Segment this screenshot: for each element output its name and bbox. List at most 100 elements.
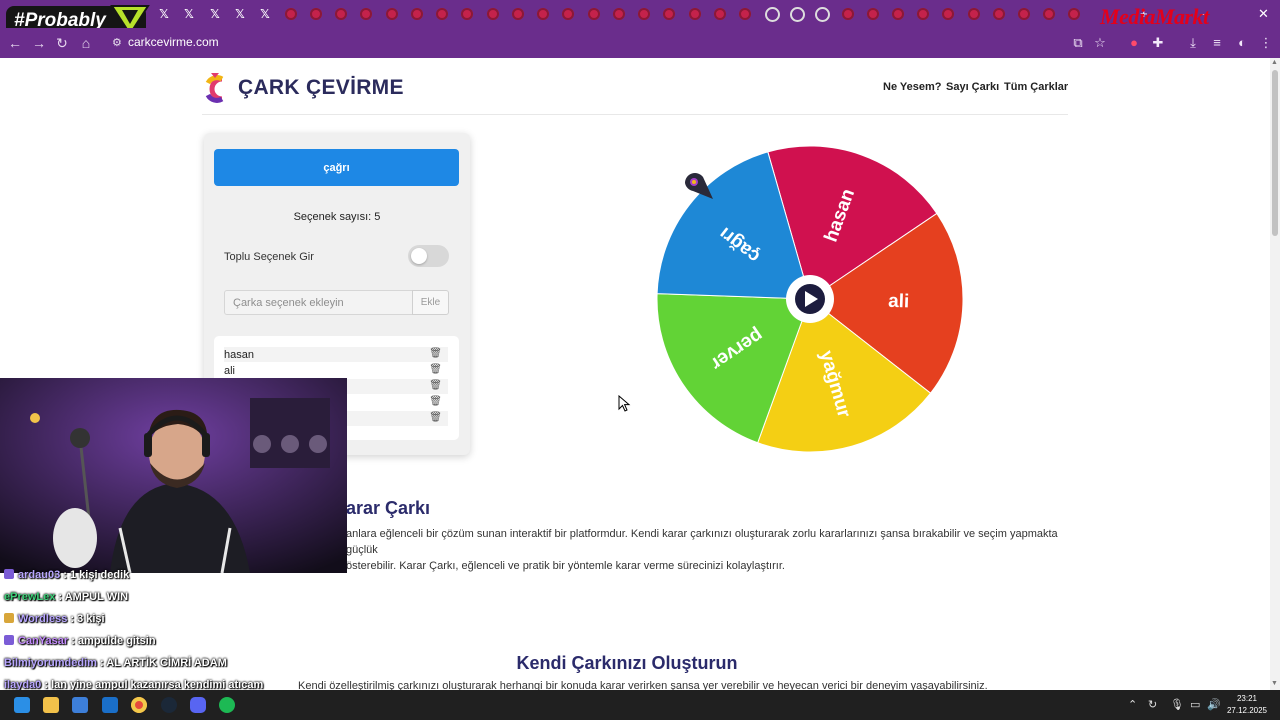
chat-username: Wordless <box>18 613 68 625</box>
tab-red-icon[interactable] <box>636 6 652 22</box>
x-icon[interactable]: 𝕏 <box>232 6 248 22</box>
x-icon[interactable]: 𝕏 <box>156 6 172 22</box>
back-icon[interactable]: ← <box>6 35 24 51</box>
paragraph-line: österebilir. Karar Çarkı, eğlenceli ve p… <box>346 560 785 572</box>
chat-message: ardau03 : 1 kişi dedik <box>4 569 129 581</box>
nav-ne-yesem[interactable]: Ne Yesem? <box>883 81 942 93</box>
mic-icon[interactable]: 🎙 <box>1170 698 1184 711</box>
x-icon[interactable]: 𝕏 <box>181 6 197 22</box>
add-option-button[interactable]: Ekle <box>412 290 449 315</box>
tab-red-icon[interactable] <box>940 6 956 22</box>
site-logo-icon[interactable] <box>202 73 228 105</box>
chrome-icon[interactable] <box>131 697 147 713</box>
trash-icon[interactable]: 🗑 <box>429 364 442 375</box>
tab-red-icon[interactable] <box>611 6 627 22</box>
tab-red-icon[interactable] <box>459 6 475 22</box>
extensions-puzzle-icon[interactable]: ✚ <box>1149 35 1167 51</box>
toggle-knob <box>411 248 427 264</box>
tab-red-icon[interactable] <box>283 6 299 22</box>
trash-icon[interactable]: 🗑 <box>429 412 442 423</box>
home-icon[interactable]: ⌂ <box>77 35 95 51</box>
scroll-up-icon[interactable]: ▲ <box>1271 59 1278 66</box>
tab-red-icon[interactable] <box>687 6 703 22</box>
system-clock[interactable]: 23:21 27.12.2025 <box>1222 693 1272 717</box>
tab-red-icon[interactable] <box>409 6 425 22</box>
page-scrollbar[interactable]: ▲ ▼ <box>1270 58 1280 690</box>
tab-red-icon[interactable] <box>510 6 526 22</box>
tab-red-icon[interactable] <box>915 6 931 22</box>
tab-red-icon[interactable] <box>991 6 1007 22</box>
tab-red-icon[interactable] <box>865 6 881 22</box>
tab-red-icon[interactable] <box>333 6 349 22</box>
forward-icon[interactable]: → <box>30 35 48 51</box>
scroll-down-icon[interactable]: ▼ <box>1271 680 1278 687</box>
tab-red-icon[interactable] <box>485 6 501 22</box>
tab-red-icon[interactable] <box>737 6 753 22</box>
globe-icon[interactable] <box>789 6 805 22</box>
trash-icon[interactable]: 🗑 <box>429 348 442 359</box>
chat-username: Bilmiyorumdedim <box>4 657 97 669</box>
tab-red-icon[interactable] <box>384 6 400 22</box>
tab-red-icon[interactable] <box>586 6 602 22</box>
tab-red-icon[interactable] <box>1041 6 1057 22</box>
clock-date: 27.12.2025 <box>1226 706 1268 715</box>
trash-icon[interactable]: 🗑 <box>429 380 442 391</box>
x-icon[interactable]: 𝕏 <box>207 6 223 22</box>
tab-red-icon[interactable] <box>358 6 374 22</box>
tab-red-icon[interactable] <box>1066 6 1082 22</box>
tab-red-icon[interactable] <box>1016 6 1032 22</box>
bulk-input-label: Toplu Seçenek Gir <box>224 251 314 263</box>
tab-red-icon[interactable] <box>966 6 982 22</box>
list-item: ali 🗑 <box>224 363 448 378</box>
download-icon[interactable]: ⤓ <box>1184 35 1202 51</box>
close-window-icon[interactable]: ✕ <box>1258 6 1269 22</box>
tab-red-icon[interactable] <box>560 6 576 22</box>
scrollbar-thumb[interactable] <box>1272 70 1278 236</box>
volume-icon[interactable]: 🔊 <box>1207 698 1221 711</box>
section-paragraph-kendi: Kendi özelleştirilmiş çarkınızı oluştura… <box>298 680 988 690</box>
url-text[interactable]: carkcevirme.com <box>128 35 219 49</box>
nav-sayi-carki[interactable]: Sayı Çarkı <box>946 81 999 93</box>
globe-icon[interactable] <box>814 6 830 22</box>
clock-time: 23:21 <box>1236 694 1258 703</box>
outlook-icon[interactable] <box>102 697 118 713</box>
address-bar[interactable]: ⚙ carkcevirme.com <box>108 32 1108 52</box>
playlist-icon[interactable]: ≡ <box>1208 35 1226 50</box>
option-label: hasan <box>224 348 254 361</box>
site-title[interactable]: ÇARK ÇEVİRME <box>238 76 404 100</box>
tab-red-icon[interactable] <box>535 6 551 22</box>
add-option-input[interactable]: Çarka seçenek ekleyin <box>224 290 413 315</box>
tab-red-icon[interactable] <box>434 6 450 22</box>
result-button[interactable]: çağrı <box>214 149 459 186</box>
tab-red-icon[interactable] <box>890 6 906 22</box>
windows-taskbar: ⌃ ↻ 🎙 ▭ 🔊 23:21 27.12.2025 <box>0 690 1280 720</box>
x-icon[interactable]: 𝕏 <box>257 6 273 22</box>
wheel-segment-label: ali <box>888 291 910 313</box>
windows-icon[interactable] <box>14 697 30 713</box>
tab-red-icon[interactable] <box>308 6 324 22</box>
bookmark-star-icon[interactable]: ☆ <box>1091 35 1109 51</box>
tab-red-icon[interactable] <box>840 6 856 22</box>
network-icon[interactable]: ▭ <box>1190 698 1200 711</box>
profile-avatar-icon[interactable]: ◐ <box>1233 35 1251 50</box>
store-icon[interactable] <box>72 697 88 713</box>
paragraph-line: anlara eğlenceli bir çözüm sunan interak… <box>346 528 1058 556</box>
nav-tum-carklar[interactable]: Tüm Çarklar <box>1004 81 1068 93</box>
globe-icon[interactable] <box>764 6 780 22</box>
tray-chevron-icon[interactable]: ⌃ <box>1128 698 1137 711</box>
reload-icon[interactable]: ↻ <box>53 35 71 52</box>
spotify-icon[interactable] <box>219 697 235 713</box>
install-app-icon[interactable]: ⧉ <box>1069 35 1087 51</box>
tab-red-icon[interactable] <box>661 6 677 22</box>
discord-icon[interactable] <box>190 697 206 713</box>
files-icon[interactable] <box>43 697 59 713</box>
sync-icon[interactable]: ↻ <box>1148 698 1157 711</box>
list-item: hasan 🗑 <box>224 347 448 362</box>
bulk-input-toggle[interactable] <box>408 245 449 267</box>
site-info-icon[interactable]: ⚙ <box>112 36 122 49</box>
menu-dots-icon[interactable]: ⋮ <box>1257 35 1275 51</box>
tab-red-icon[interactable] <box>712 6 728 22</box>
trash-icon[interactable]: 🗑 <box>429 396 442 407</box>
steam-icon[interactable] <box>161 697 177 713</box>
extension-icon[interactable]: ● <box>1125 35 1143 50</box>
